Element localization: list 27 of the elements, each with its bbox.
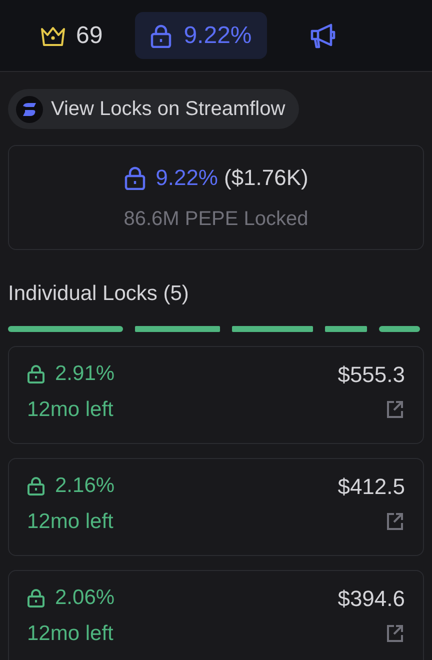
lock-percent: 2.16% (55, 473, 115, 500)
view-locks-button[interactable]: View Locks on Streamflow (8, 89, 300, 129)
external-link-icon[interactable] (385, 512, 405, 532)
lock-icon (27, 364, 45, 384)
streamflow-logo-icon (16, 96, 43, 122)
lock-icon (124, 166, 146, 190)
locked-percent-badge[interactable]: 9.22% (134, 12, 267, 59)
crown-icon (40, 24, 66, 46)
locked-value: ($1.76K) (224, 164, 308, 192)
lock-value: $412.5 (338, 472, 405, 500)
locked-percent: 9.22% (156, 164, 218, 192)
lock-percent: 2.06% (55, 585, 115, 612)
lock-icon (27, 588, 45, 608)
lock-value: $555.3 (338, 360, 405, 388)
lock-icon (150, 24, 172, 48)
external-link-icon[interactable] (385, 400, 405, 420)
lock-percent: 2.91% (55, 361, 115, 388)
time-left: 12mo left (27, 509, 114, 536)
lock-value: $394.6 (338, 584, 405, 612)
external-link-icon[interactable] (385, 624, 405, 644)
time-left: 12mo left (27, 621, 114, 648)
section-heading: Individual Locks (5) (8, 281, 190, 307)
lock-icon (27, 476, 45, 496)
rank-count: 69 (76, 20, 103, 50)
megaphone-icon[interactable] (308, 22, 337, 48)
locked-amount: 86.6M PEPE Locked (124, 207, 308, 232)
time-left: 12mo left (27, 397, 114, 424)
